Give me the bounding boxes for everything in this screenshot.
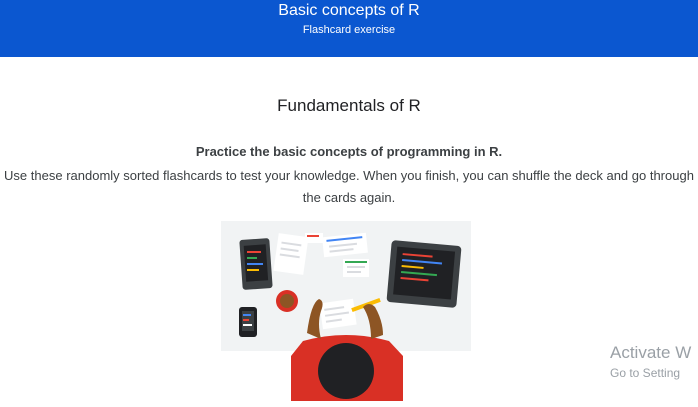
page-subtitle: Flashcard exercise [302,24,396,36]
watermark-title: Activate W [610,343,692,362]
illustration-graphic [239,232,462,401]
flashcards [305,232,369,277]
section-title: Fundamentals of R [277,96,421,115]
coffee-cup [276,290,298,312]
flashcard-illustration [221,221,471,401]
paper-stack [273,233,309,275]
tablet-device-left [239,238,273,290]
intro-heading: Practice the basic concepts of programmi… [195,144,503,159]
activation-watermark: Activate W Go to Setting [610,342,691,382]
page-title: Basic concepts of R [278,2,420,19]
intro-text: Use these randomly sorted flashcards to … [4,168,694,205]
phone-device [239,307,257,337]
tablet-device-right [386,240,462,308]
watermark-subtitle: Go to Setting [610,366,681,380]
page-header: Basic concepts of R Flashcard exercise [0,0,698,57]
